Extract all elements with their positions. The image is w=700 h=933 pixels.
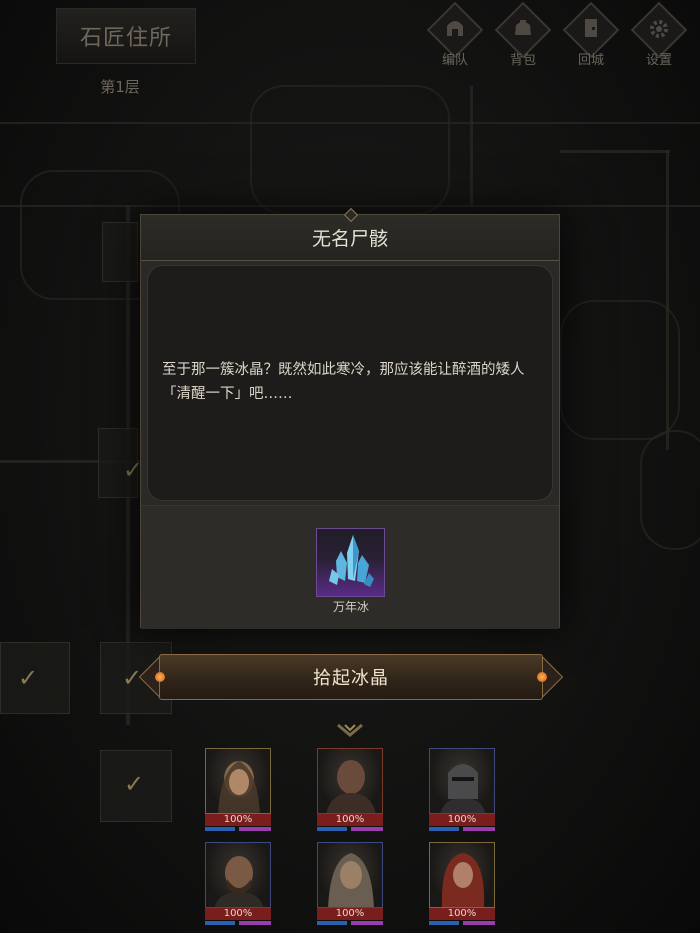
mana-bar [205,921,235,925]
floor-label: 第1层 [100,78,140,96]
map-room [560,300,680,440]
bald-man-portrait [317,748,383,814]
bag-button[interactable]: 背包 [494,1,552,68]
reward-item[interactable] [316,528,385,597]
hp-label: 100% [205,814,271,826]
bag-icon [494,18,552,42]
return-town-button[interactable]: 回城 [562,1,620,68]
team-member[interactable]: 100% [205,748,271,832]
reward-name: 万年冰 [332,600,369,614]
visited-check-icon: ✓ [124,770,145,798]
bearded-man-portrait [205,842,271,908]
door-icon [562,18,620,42]
hp-label: 100% [317,908,383,920]
energy-bar [351,827,383,831]
return-town-label: 回城 [577,53,604,68]
mana-bar [317,827,347,831]
map-corridor [0,205,700,207]
ice-crystal-icon [329,535,374,587]
team-member[interactable]: 100% [205,842,271,926]
visited-check-icon: ✓ [18,664,39,692]
energy-bar [463,827,495,831]
energy-bar [463,921,495,925]
team-label: 编队 [441,53,468,68]
hp-label: 100% [429,908,495,920]
team-member[interactable]: 100% [429,842,495,926]
pick-up-crystal-button[interactable]: 拾起冰晶 [159,654,543,700]
map-tile[interactable] [102,222,138,282]
location-title: 石匠住所 [56,8,196,64]
map-corridor [470,86,473,206]
mana-bar [205,827,235,831]
mana-bar [317,921,347,925]
helmet-icon [426,18,484,42]
settings-button[interactable]: 设置 [630,1,688,68]
pick-up-crystal-label: 拾起冰晶 [313,668,389,689]
ember-gem-icon [537,672,547,682]
knight-helmet-portrait [429,748,495,814]
energy-bar [351,921,383,925]
hooded-woman-portrait [205,748,271,814]
dialog-body: 至于那一簇冰晶？既然如此寒冷，那应该能让醉酒的矮人「清醒一下」吧…… [147,265,553,501]
map-corridor [0,122,700,124]
map-room [250,85,450,215]
mana-bar [429,921,459,925]
event-dialog: 无名尸骸 至于那一簇冰晶？既然如此寒冷，那应该能让醉酒的矮人「清醒一下」吧…… … [140,207,560,629]
mana-bar [429,827,459,831]
team-member[interactable]: 100% [317,842,383,926]
dialog-text: 至于那一簇冰晶？既然如此寒冷，那应该能让醉酒的矮人「清醒一下」吧…… [162,362,525,402]
map-corridor [666,150,669,450]
collapse-arrow-icon[interactable] [336,722,364,738]
hp-label: 100% [429,814,495,826]
reward-area: 万年冰 [141,505,559,629]
red-haired-woman-portrait [429,842,495,908]
action-bar: 拾起冰晶 [138,654,564,700]
bag-label: 背包 [509,53,536,68]
map-corridor [560,150,670,153]
settings-label: 设置 [645,53,672,68]
hooded-elder-portrait [317,842,383,908]
energy-bar [239,827,271,831]
hp-label: 100% [205,908,271,920]
map-room [640,430,700,550]
gear-icon [630,18,688,44]
ember-gem-icon [155,672,165,682]
team-member[interactable]: 100% [429,748,495,832]
energy-bar [239,921,271,925]
dialog-title: 无名尸骸 [311,228,388,250]
team-button[interactable]: 编队 [426,1,484,68]
team-member[interactable]: 100% [317,748,383,832]
hp-label: 100% [317,814,383,826]
